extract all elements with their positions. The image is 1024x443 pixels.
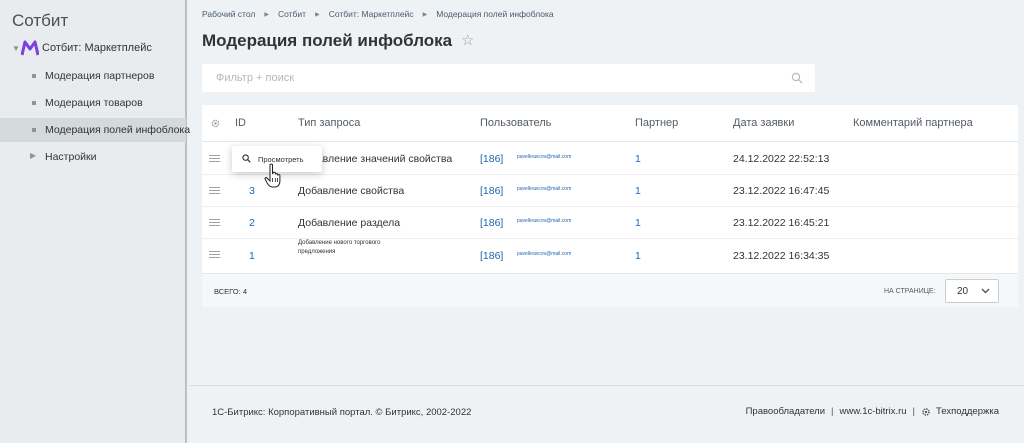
sidebar-item-label: Модерация полей инфоблока <box>45 124 191 136</box>
sidebar-item-partners[interactable]: Модерация партнеров <box>0 64 186 88</box>
column-header-partner[interactable]: Партнер <box>635 117 678 129</box>
footer-separator: | <box>912 406 916 417</box>
sotbit-logo-icon <box>21 40 39 56</box>
footer-links: Правообладатели | www.1c-bitrix.ru | Тех… <box>746 406 999 417</box>
column-header-date[interactable]: Дата заявки <box>733 117 794 129</box>
row-partner-link[interactable]: 1 <box>635 185 641 197</box>
row-partner-link[interactable]: 1 <box>635 153 641 165</box>
expand-arrow-icon[interactable]: ▶ <box>30 151 36 160</box>
breadcrumb-item[interactable]: Модерация полей инфоблока <box>436 9 553 19</box>
column-header-comment[interactable]: Комментарий партнера <box>853 117 973 129</box>
sidebar: Сотбит ▼ Сотбит: Маркетплейс Модерация п… <box>0 0 190 443</box>
table-row[interactable]: 4 Добавление значений свойства [186] pav… <box>202 143 1018 175</box>
row-user-email[interactable]: pavelkravcov@mail.com <box>517 186 571 192</box>
row-request-type: Добавление раздела <box>298 217 401 229</box>
gear-icon[interactable] <box>210 118 221 129</box>
sidebar-item-products[interactable]: Модерация товаров <box>0 91 186 115</box>
main-content: Рабочий стол ▶ Сотбит ▶ Сотбит: Маркетпл… <box>189 0 1024 443</box>
page-title: Модерация полей инфоблока <box>202 31 453 50</box>
search-icon[interactable] <box>791 72 803 84</box>
row-user-link[interactable]: [186] <box>480 217 503 229</box>
bullet-icon <box>32 128 36 132</box>
row-date: 23.12.2022 16:47:45 <box>733 185 830 197</box>
bullet-icon <box>32 74 36 78</box>
row-user-email[interactable]: pavelkravcov@mail.com <box>517 251 571 257</box>
footer-link-support[interactable]: Техподдержка <box>936 406 999 417</box>
row-partner-link[interactable]: 1 <box>635 217 641 229</box>
breadcrumb-separator-icon: ▶ <box>264 11 269 18</box>
row-request-type: Добавление свойства <box>298 185 405 197</box>
sidebar-root-item[interactable]: ▼ Сотбит: Маркетплейс <box>12 40 152 56</box>
table-row[interactable]: 1 Добавление нового торгового предложени… <box>202 239 1018 273</box>
row-partner-link[interactable]: 1 <box>635 250 641 262</box>
chevron-down-icon <box>981 288 990 294</box>
menu-icon[interactable] <box>209 219 220 227</box>
footer-link-rightholders[interactable]: Правообладатели <box>746 406 825 417</box>
filter-bar <box>202 64 815 92</box>
row-user-link[interactable]: [186] <box>480 250 503 262</box>
sidebar-root-label: Сотбит: Маркетплейс <box>42 42 152 54</box>
search-icon <box>242 154 251 163</box>
footer-link-site[interactable]: www.1c-bitrix.ru <box>840 406 907 417</box>
column-header-id[interactable]: ID <box>235 117 246 129</box>
breadcrumb-separator-icon: ▶ <box>315 11 320 18</box>
column-header-type[interactable]: Тип запроса <box>298 117 360 129</box>
menu-icon[interactable] <box>209 155 220 163</box>
row-user-email[interactable]: pavelkravcov@mail.com <box>517 218 571 224</box>
breadcrumb-item[interactable]: Сотбит: Маркетплейс <box>329 9 414 19</box>
breadcrumb: Рабочий стол ▶ Сотбит ▶ Сотбит: Маркетпл… <box>202 9 554 19</box>
total-count: ВСЕГО: 4 <box>214 287 247 296</box>
sidebar-item-label: Модерация товаров <box>45 97 143 109</box>
row-user-link[interactable]: [186] <box>480 185 503 197</box>
gear-icon <box>922 407 930 416</box>
row-date: 24.12.2022 22:52:13 <box>733 153 830 165</box>
row-date: 23.12.2022 16:34:35 <box>733 250 830 262</box>
app-title: Сотбит <box>12 11 69 30</box>
per-page-label: НА СТРАНИЦЕ: <box>884 288 936 295</box>
footer-separator: | <box>831 406 834 417</box>
menu-icon[interactable] <box>209 187 220 195</box>
menu-icon[interactable] <box>209 251 220 259</box>
row-user-link[interactable]: [186] <box>480 153 503 165</box>
per-page-select[interactable]: 20 <box>945 279 999 303</box>
row-id-link[interactable]: 1 <box>249 250 255 262</box>
grid-header: ID Тип запроса Пользователь Партнер Дата… <box>202 105 1018 142</box>
row-date: 23.12.2022 16:45:21 <box>733 217 830 229</box>
column-header-user[interactable]: Пользователь <box>480 117 551 129</box>
row-id-link[interactable]: 3 <box>249 185 255 197</box>
grid-footer: ВСЕГО: 4 НА СТРАНИЦЕ: 20 <box>202 273 1018 307</box>
per-page-value: 20 <box>957 286 969 297</box>
bullet-icon <box>32 101 36 105</box>
breadcrumb-separator-icon: ▶ <box>422 11 428 18</box>
table-row[interactable]: 2 Добавление раздела [186] pavelkravcov@… <box>202 207 1018 239</box>
row-id-link[interactable]: 2 <box>249 217 255 229</box>
data-grid: ID Тип запроса Пользователь Партнер Дата… <box>202 105 1018 307</box>
row-user-email[interactable]: pavelkravcov@mail.com <box>517 154 571 160</box>
breadcrumb-item[interactable]: Сотбит <box>278 9 306 19</box>
expand-arrow-icon[interactable]: ▼ <box>12 44 21 53</box>
hand-cursor-icon <box>264 163 281 188</box>
breadcrumb-item[interactable]: Рабочий стол <box>202 9 255 19</box>
page-footer: 1С-Битрикс: Корпоративный портал. © Битр… <box>189 385 1024 443</box>
star-icon[interactable]: ☆ <box>461 31 474 49</box>
copyright-text: 1С-Битрикс: Корпоративный портал. © Битр… <box>212 407 472 418</box>
row-request-type: Добавление нового торгового предложения <box>298 240 381 255</box>
filter-search-input[interactable] <box>202 64 792 92</box>
sidebar-item-iblock-fields[interactable]: Модерация полей инфоблока <box>0 118 190 142</box>
sidebar-item-settings[interactable]: ▶ Настройки <box>0 145 186 169</box>
sidebar-item-label: Модерация партнеров <box>45 70 155 82</box>
sidebar-item-label: Настройки <box>45 151 97 163</box>
table-row[interactable]: 3 Добавление свойства [186] pavelkravcov… <box>202 175 1018 207</box>
